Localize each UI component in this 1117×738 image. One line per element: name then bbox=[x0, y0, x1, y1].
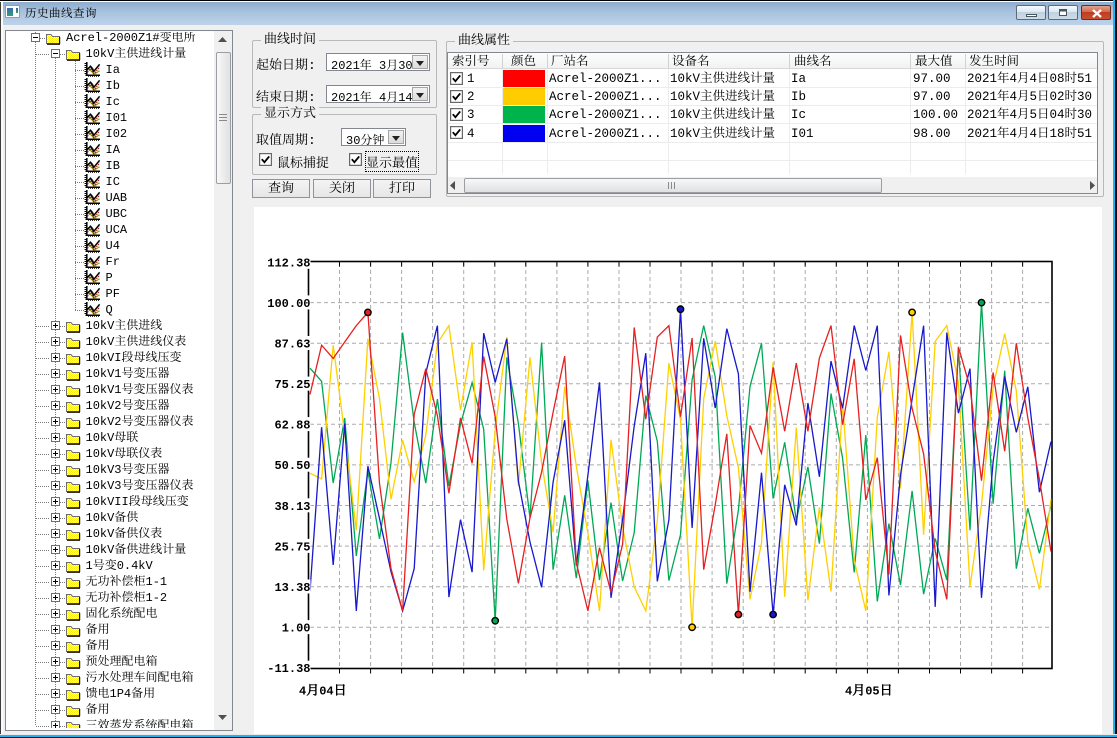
svg-text:-11.38: -11.38 bbox=[267, 662, 310, 676]
svg-text:4月05日: 4月05日 bbox=[845, 684, 893, 699]
svg-text:25.75: 25.75 bbox=[274, 540, 310, 554]
svg-text:100.00: 100.00 bbox=[267, 297, 310, 311]
svg-text:4月04日: 4月04日 bbox=[299, 684, 347, 699]
svg-text:13.38: 13.38 bbox=[274, 581, 310, 595]
svg-text:50.50: 50.50 bbox=[274, 459, 310, 473]
svg-text:62.88: 62.88 bbox=[274, 419, 310, 433]
svg-text:87.63: 87.63 bbox=[274, 338, 310, 352]
svg-text:38.13: 38.13 bbox=[274, 500, 310, 514]
svg-text:75.25: 75.25 bbox=[274, 378, 310, 392]
svg-text:1.00: 1.00 bbox=[282, 622, 311, 636]
svg-text:112.38: 112.38 bbox=[267, 256, 310, 270]
